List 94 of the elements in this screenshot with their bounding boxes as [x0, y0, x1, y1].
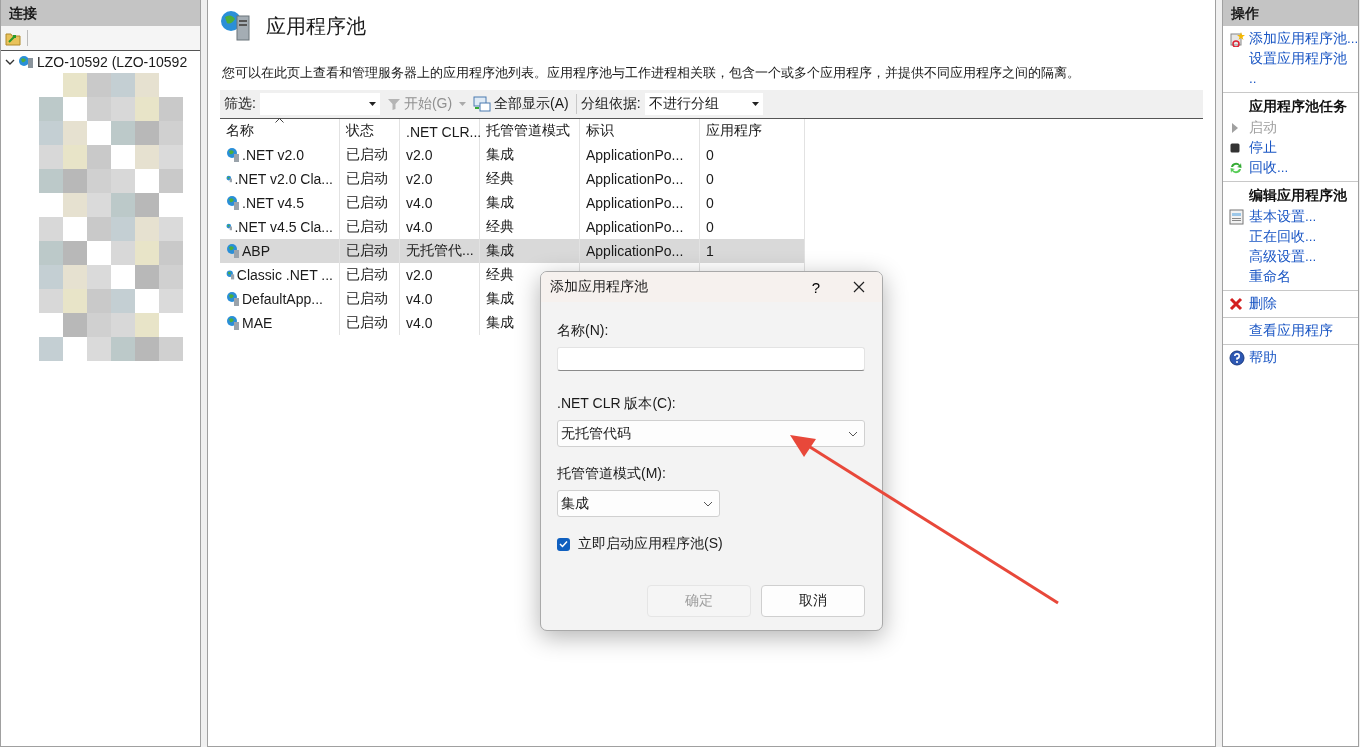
action-link[interactable]: 回收... [1249, 158, 1358, 178]
table-cell[interactable]: DefaultApp... [220, 287, 340, 311]
page-description: 您可以在此页上查看和管理服务器上的应用程序池列表。应用程序池与工作进程相关联，包含一个或多个应用程序，并提供不同应用程序之间的隔离。 [221, 64, 1081, 82]
table-cell: v4.0 [400, 311, 480, 335]
action-link[interactable]: 设置应用程序池 .. [1249, 49, 1358, 89]
recycle-icon [1229, 161, 1243, 175]
table-cell: 已启动 [340, 143, 400, 167]
table-cell: 0 [700, 191, 805, 215]
table-cell: v4.0 [400, 191, 480, 215]
table-cell: v2.0 [400, 143, 480, 167]
column-header[interactable]: 应用程序 [700, 119, 805, 143]
table-cell: 无托管代... [400, 239, 480, 263]
table-cell: 已启动 [340, 239, 400, 263]
table-cell: 0 [700, 167, 805, 191]
clr-version-dropdown[interactable]: 无托管代码 [557, 420, 865, 447]
windows-icon [473, 96, 492, 112]
server-icon [18, 55, 34, 69]
action-link[interactable]: 帮助 [1249, 348, 1358, 368]
pipeline-mode-dropdown[interactable]: 集成 [557, 490, 720, 517]
action-link[interactable]: 删除 [1249, 294, 1358, 314]
action-link[interactable]: 高级设置... [1249, 247, 1358, 267]
add-pool-icon [1229, 31, 1245, 47]
table-cell: ApplicationPo... [580, 167, 700, 191]
table-cell: v4.0 [400, 287, 480, 311]
page-title: 应用程序池 [266, 13, 366, 39]
app-pool-icon [226, 315, 240, 331]
table-cell[interactable]: ABP [220, 239, 340, 263]
section-heading: 应用程序池任务 [1249, 98, 1348, 116]
expanded-chevron-icon[interactable] [5, 57, 15, 67]
table-cell: ApplicationPo... [580, 239, 700, 263]
table-cell: 集成 [480, 239, 580, 263]
action-link[interactable]: 添加应用程序池... [1249, 29, 1358, 49]
column-header[interactable]: 状态 [340, 119, 400, 143]
action-link[interactable]: 停止 [1249, 138, 1358, 158]
table-cell: 已启动 [340, 311, 400, 335]
filter-field[interactable] [259, 93, 380, 115]
table-cell: 已启动 [340, 263, 400, 287]
help-button[interactable]: ? [796, 278, 836, 296]
show-all-button[interactable]: 全部显示(A) [470, 95, 572, 113]
dropdown-arrow-icon[interactable] [368, 102, 376, 106]
table-cell: 集成 [480, 191, 580, 215]
table-cell[interactable]: .NET v2.0 Cla... [220, 167, 340, 191]
table-cell: 集成 [480, 143, 580, 167]
chevron-down-icon [848, 430, 858, 437]
table-cell: v2.0 [400, 263, 480, 287]
field-label: .NET CLR 版本(C): [557, 395, 677, 413]
filter-label: 筛选: [224, 95, 256, 113]
column-header[interactable]: 标识 [580, 119, 700, 143]
table-cell[interactable]: Classic .NET ... [220, 263, 340, 287]
delete-icon [1229, 297, 1243, 311]
dropdown-arrow-icon[interactable] [751, 102, 759, 106]
pane-title: 连接 [1, 0, 200, 26]
sort-up-icon [275, 118, 284, 123]
action-link[interactable]: 正在回收... [1249, 227, 1358, 247]
table-cell: 已启动 [340, 287, 400, 311]
column-header[interactable]: 名称 [220, 119, 340, 143]
stop-icon [1229, 142, 1241, 154]
funnel-icon [386, 97, 401, 111]
table-cell: 已启动 [340, 191, 400, 215]
tree-item[interactable]: LZO-10592 (LZO-10592 [37, 54, 188, 70]
folder-icon[interactable] [5, 30, 21, 46]
column-header[interactable]: 托管管道模式 [480, 119, 580, 143]
table-cell: 0 [700, 143, 805, 167]
table-cell[interactable]: MAE [220, 311, 340, 335]
chevron-down-icon [703, 500, 713, 507]
action-link[interactable]: 基本设置... [1249, 207, 1358, 227]
pane-title: 操作 [1223, 0, 1358, 26]
table-cell: ApplicationPo... [580, 143, 700, 167]
column-header[interactable]: .NET CLR... [400, 119, 480, 143]
checkbox[interactable] [557, 537, 570, 551]
group-by-label: 分组依据: [580, 95, 641, 113]
app-pools-icon [220, 10, 252, 42]
app-pool-icon [226, 291, 240, 307]
table-cell: v2.0 [400, 167, 480, 191]
action-link[interactable]: 重命名 [1249, 267, 1358, 287]
table-cell: 已启动 [340, 167, 400, 191]
action-link[interactable]: 查看应用程序 [1249, 321, 1358, 341]
settings-page-icon [1229, 209, 1244, 225]
app-pool-icon [226, 147, 240, 163]
name-input-field[interactable] [557, 347, 865, 371]
checkbox-label[interactable]: 立即启动应用程序池(S) [578, 535, 723, 553]
help-icon [1229, 350, 1245, 366]
table-cell: 经典 [480, 167, 580, 191]
field-label: 托管管道模式(M): [557, 465, 667, 483]
section-heading: 编辑应用程序池 [1249, 187, 1348, 205]
table-cell[interactable]: .NET v4.5 [220, 191, 340, 215]
table-cell[interactable]: .NET v2.0 [220, 143, 340, 167]
close-icon [853, 281, 865, 293]
cancel-button[interactable]: 取消 [761, 585, 865, 617]
table-cell: 1 [700, 239, 805, 263]
app-pool-icon [226, 195, 240, 211]
app-pool-icon [226, 243, 240, 259]
group-by-dropdown[interactable]: 不进行分组 [644, 93, 763, 115]
table-cell: ApplicationPo... [580, 191, 700, 215]
